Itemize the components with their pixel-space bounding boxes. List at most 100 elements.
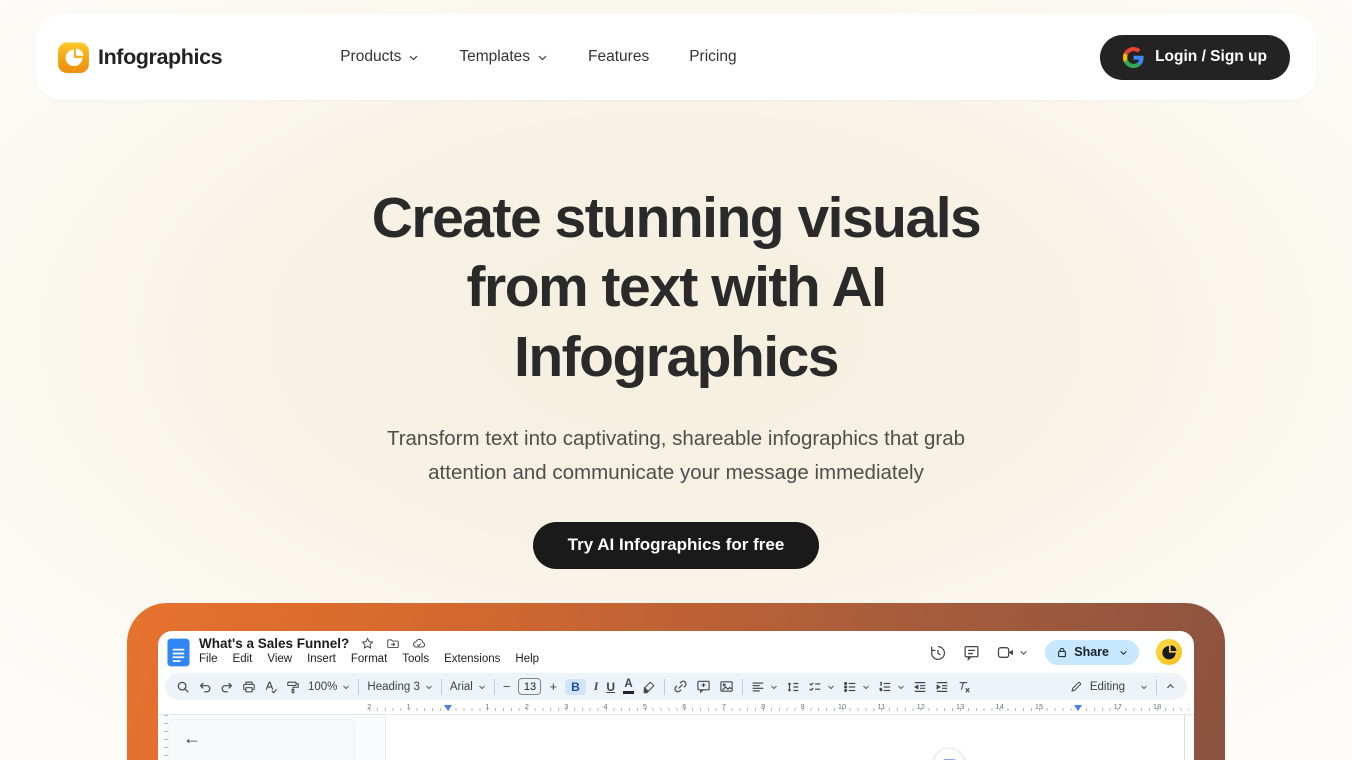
- chevron-down-icon: [478, 683, 486, 691]
- docs-header-main: What's a Sales Funnel? File Edit View In…: [199, 636, 539, 665]
- nav-item-pricing[interactable]: Pricing: [689, 48, 736, 66]
- ruler-number: 15: [1034, 702, 1044, 711]
- underline-button[interactable]: U: [606, 680, 615, 694]
- google-docs-file-icon[interactable]: [167, 638, 190, 667]
- paragraph-style-select[interactable]: Heading 3: [367, 681, 432, 693]
- ruler-number: 2: [367, 702, 372, 711]
- chevron-down-icon: [862, 683, 870, 691]
- decrease-indent-icon[interactable]: [913, 680, 927, 694]
- menu-help[interactable]: Help: [515, 653, 539, 665]
- zoom-value: 100%: [308, 680, 338, 693]
- zoom-select[interactable]: 100%: [308, 681, 350, 693]
- toolbar-divider: [742, 678, 744, 695]
- increase-indent-icon[interactable]: [935, 680, 949, 694]
- numbered-list-button[interactable]: [878, 680, 905, 694]
- style-value: Heading 3: [367, 680, 420, 693]
- ruler-number: 2: [524, 702, 529, 711]
- ruler-number: 5: [642, 702, 648, 711]
- highlight-color-icon[interactable]: [642, 680, 656, 694]
- ruler-number: 10: [837, 702, 847, 711]
- docs-header-right: Share: [929, 636, 1182, 665]
- product-screenshot-frame: What's a Sales Funnel? File Edit View In…: [127, 603, 1225, 760]
- paint-format-icon[interactable]: [286, 680, 300, 694]
- nav-item-templates[interactable]: Templates: [459, 48, 548, 66]
- google-docs-window: What's a Sales Funnel? File Edit View In…: [158, 631, 1194, 760]
- menu-view[interactable]: View: [267, 653, 292, 665]
- insert-image-icon[interactable]: [719, 679, 734, 694]
- toolbar-divider: [440, 678, 442, 695]
- ruler-number: 13: [956, 702, 965, 711]
- ruler-number: 3: [564, 702, 569, 711]
- menu-edit[interactable]: Edit: [233, 653, 253, 665]
- ruler-number: 1: [406, 702, 411, 711]
- menu-extensions[interactable]: Extensions: [444, 653, 500, 665]
- chevron-down-icon: [897, 683, 905, 691]
- insert-link-icon[interactable]: [673, 679, 688, 694]
- search-icon[interactable]: [176, 680, 190, 694]
- brand[interactable]: Infographics: [58, 41, 223, 73]
- docs-ruler[interactable]: 2 1 1 2 3 4 5 6 7 8 9 10 11 12 13 14 15 17 18: [158, 700, 1194, 715]
- docs-toolbar: 100% Heading 3 Arial − 13 + B I U A Edit…: [165, 673, 1187, 700]
- font-size-input[interactable]: 13: [518, 678, 542, 695]
- clear-formatting-icon[interactable]: [957, 680, 971, 694]
- increase-font-size-button[interactable]: +: [549, 679, 557, 694]
- doc-title[interactable]: What's a Sales Funnel?: [199, 636, 349, 651]
- hero-title: Create stunning visuals from text with A…: [371, 186, 982, 389]
- collapse-toolbar-icon[interactable]: [1165, 681, 1176, 692]
- meet-call-button[interactable]: [997, 645, 1028, 660]
- spellcheck-icon[interactable]: [264, 680, 278, 694]
- toolbar-divider: [664, 678, 666, 695]
- chevron-down-icon: [408, 52, 419, 63]
- menu-format[interactable]: Format: [351, 653, 387, 665]
- google-g-icon: [1123, 46, 1144, 68]
- print-icon[interactable]: [242, 680, 256, 694]
- nav-item-features[interactable]: Features: [588, 48, 649, 66]
- bold-button[interactable]: B: [565, 678, 586, 695]
- ruler-indent-marker[interactable]: [1074, 705, 1083, 711]
- ruler-number: 18: [1153, 702, 1162, 711]
- ruler-number: 6: [682, 702, 687, 711]
- ruler-number: 12: [916, 702, 925, 711]
- nav-item-products[interactable]: Products: [340, 48, 419, 66]
- bulleted-list-button[interactable]: [843, 680, 870, 694]
- redo-icon[interactable]: [220, 680, 234, 694]
- chevron-down-icon: [770, 683, 778, 691]
- font-select[interactable]: Arial: [450, 681, 486, 693]
- cloud-status-icon[interactable]: [412, 637, 426, 650]
- menu-insert[interactable]: Insert: [307, 653, 336, 665]
- pencil-icon: [1071, 681, 1081, 692]
- toolbar-divider: [493, 678, 495, 695]
- version-history-icon[interactable]: [929, 644, 946, 661]
- ruler-number: 4: [603, 702, 608, 711]
- move-folder-icon[interactable]: [386, 637, 400, 650]
- document-page[interactable]: [385, 715, 1185, 760]
- text-color-button[interactable]: A: [623, 677, 635, 695]
- account-avatar[interactable]: [1156, 639, 1182, 665]
- share-label: Share: [1074, 645, 1109, 659]
- login-label: Login / Sign up: [1155, 48, 1267, 65]
- italic-button[interactable]: I: [594, 679, 599, 694]
- back-arrow-button[interactable]: ←: [183, 728, 201, 749]
- infographics-logo-icon: [58, 41, 89, 73]
- menu-file[interactable]: File: [199, 653, 218, 665]
- left-side-panel: ←: [169, 719, 355, 760]
- brand-name: Infographics: [98, 44, 223, 69]
- star-icon[interactable]: [361, 637, 374, 650]
- chevron-down-icon: [1119, 648, 1128, 657]
- decrease-font-size-button[interactable]: −: [503, 679, 511, 694]
- align-button[interactable]: [751, 680, 778, 694]
- chevron-down-icon: [425, 683, 433, 691]
- ruler-number: 1: [485, 702, 490, 711]
- login-signup-button[interactable]: Login / Sign up: [1100, 34, 1290, 80]
- try-free-button[interactable]: Try AI Infographics for free: [532, 521, 820, 569]
- checklist-button[interactable]: [808, 680, 835, 694]
- line-spacing-icon[interactable]: [786, 680, 800, 694]
- editing-mode-select[interactable]: Editing: [1070, 680, 1148, 693]
- add-comment-icon[interactable]: [696, 679, 711, 694]
- menu-tools[interactable]: Tools: [402, 653, 429, 665]
- comments-icon[interactable]: [963, 644, 980, 661]
- share-button[interactable]: Share: [1045, 639, 1139, 665]
- undo-icon[interactable]: [198, 680, 212, 694]
- text-color-letter: A: [624, 677, 633, 690]
- ruler-indent-marker[interactable]: [444, 705, 452, 711]
